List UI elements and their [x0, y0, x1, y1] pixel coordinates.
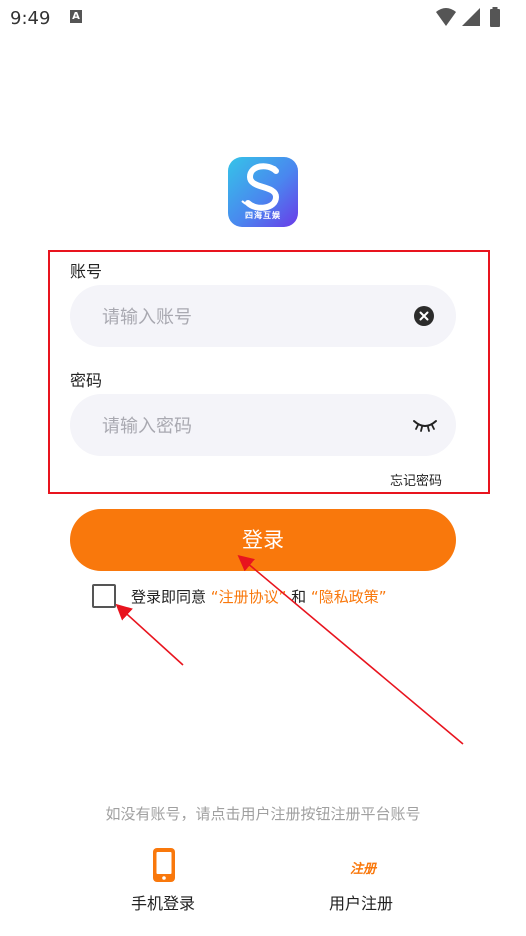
- password-input[interactable]: [100, 394, 404, 458]
- register-icon[interactable]: 注册: [346, 858, 380, 877]
- register-hint: 如没有账号，请点击用户注册按钮注册平台账号: [105, 805, 421, 823]
- status-time: 9:49: [10, 8, 51, 29]
- notification-icon: A: [70, 10, 82, 23]
- phone-login-label[interactable]: 手机登录: [131, 890, 195, 914]
- agreement-middle: 和: [291, 588, 307, 606]
- battery-icon: [490, 9, 500, 27]
- agreement-text: 登录即同意 “注册协议” 和 “隐私政策”: [131, 586, 386, 607]
- clear-icon[interactable]: [414, 306, 434, 326]
- password-label: 密码: [70, 371, 103, 390]
- logo-text: 四海互娱: [245, 211, 281, 220]
- account-field[interactable]: [70, 285, 456, 349]
- status-icons: [436, 7, 500, 27]
- signal-icon: [462, 8, 480, 26]
- password-field[interactable]: [70, 394, 456, 458]
- account-label: 账号: [70, 262, 103, 281]
- eye-closed-icon[interactable]: [412, 416, 438, 434]
- app-logo: 四海互娱: [228, 157, 298, 227]
- privacy-policy-link[interactable]: “隐私政策”: [311, 588, 387, 606]
- phone-icon[interactable]: [151, 847, 177, 883]
- arrow-to-checkbox: [115, 603, 184, 666]
- wifi-icon: [436, 8, 456, 26]
- status-bar: 9:49 A: [0, 0, 526, 36]
- agreement-prefix: 登录即同意: [131, 588, 207, 606]
- login-button[interactable]: 登录: [70, 509, 456, 571]
- register-agreement-link[interactable]: “注册协议”: [211, 588, 287, 606]
- agreement-checkbox[interactable]: [92, 584, 116, 608]
- account-input[interactable]: [100, 285, 404, 349]
- user-register-label[interactable]: 用户注册: [329, 890, 393, 914]
- forgot-password-link[interactable]: 忘记密码: [390, 470, 442, 489]
